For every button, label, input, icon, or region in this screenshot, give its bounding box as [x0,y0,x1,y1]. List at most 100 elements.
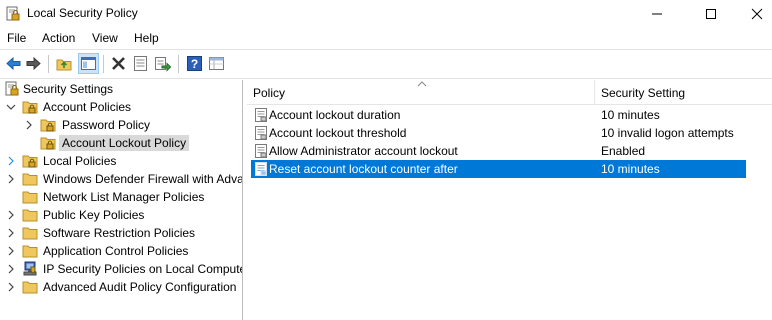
chevron-right-icon[interactable] [6,156,16,166]
view-button[interactable] [207,54,226,73]
policy-icon [255,108,267,122]
tree-label: Windows Defender Firewall with Adva [43,172,243,186]
toolbar: ? [0,49,772,79]
chevron-right-icon[interactable] [6,174,16,184]
forward-icon [26,56,41,71]
close-button[interactable] [734,0,772,27]
toolbar-separator [48,55,49,73]
folder-icon [22,245,38,258]
close-icon [751,8,763,20]
policy-list: Policy Security Setting Account lockout … [247,80,772,320]
svg-text:?: ? [191,57,198,71]
computer-shield-icon [23,261,37,276]
sort-ascending-icon [417,81,427,87]
properties-button[interactable] [131,54,150,73]
tree-item-security-settings[interactable]: Security Settings [0,80,240,98]
security-policy-icon [5,81,19,96]
toolbar-separator [103,55,104,73]
tree-label: Account Lockout Policy [59,135,190,151]
export-list-button[interactable] [153,54,172,73]
tree-label: Security Settings [23,82,114,96]
list-row[interactable]: Account lockout threshold 10 invalid log… [251,124,746,142]
back-button[interactable] [4,54,23,73]
up-one-level-button[interactable] [55,54,74,73]
menu-help[interactable]: Help [134,31,159,45]
export-list-icon [155,57,172,72]
tree-item-local-policies[interactable]: Local Policies [0,152,240,170]
chevron-right-icon[interactable] [6,210,16,220]
tree-item-password-policy[interactable]: Password Policy [0,116,240,134]
lock-folder-icon [22,155,38,168]
folder-icon [22,227,38,240]
menu-bar: File Action View Help [0,28,772,48]
tree-item-application-control[interactable]: Application Control Policies [0,242,240,260]
lock-folder-icon [22,101,38,114]
chevron-right-icon[interactable] [6,246,16,256]
policy-setting: 10 minutes [601,108,660,122]
lock-folder-icon [40,119,56,132]
policy-name: Allow Administrator account lockout [269,144,458,158]
policy-name: Reset account lockout counter after [269,162,458,176]
policy-icon [255,144,267,158]
properties-icon [134,56,147,71]
list-row[interactable]: Account lockout duration 10 minutes [251,106,746,124]
minimize-button[interactable] [634,0,680,27]
tree-item-public-key-policies[interactable]: Public Key Policies [0,206,240,224]
chevron-right-icon[interactable] [24,120,34,130]
list-header: Policy Security Setting [247,80,772,105]
tree-label: Password Policy [62,118,151,132]
column-header-policy[interactable]: Policy [253,86,285,100]
column-divider[interactable] [594,80,595,104]
menu-view[interactable]: View [92,31,118,45]
tree-item-account-policies[interactable]: Account Policies [0,98,240,116]
policy-icon [255,162,267,176]
window-title: Local Security Policy [27,6,138,20]
list-row-selected[interactable]: Reset account lockout counter after 10 m… [251,160,746,178]
folder-icon [22,191,38,204]
maximize-icon [706,9,716,19]
delete-icon [112,57,125,70]
list-row[interactable]: Allow Administrator account lockout Enab… [251,142,746,160]
menu-file[interactable]: File [7,31,26,45]
tree-label: Advanced Audit Policy Configuration [43,280,237,294]
tree-item-windows-defender-firewall[interactable]: Windows Defender Firewall with Adva [0,170,243,188]
tree-label: Account Policies [43,100,132,114]
security-policy-icon [6,6,20,21]
tree-item-account-lockout-policy[interactable]: Account Lockout Policy [0,134,240,152]
policy-setting: Enabled [601,144,646,158]
tree-label: Public Key Policies [43,208,145,222]
tree-label: Application Control Policies [43,244,189,258]
policy-icon [255,126,267,140]
help-button[interactable]: ? [185,54,204,73]
tree-item-ip-security[interactable]: IP Security Policies on Local Compute [0,260,243,278]
lock-folder-icon [40,137,56,150]
view-icon [209,57,224,70]
minimize-icon [652,13,662,15]
policy-setting: 10 invalid logon attempts [601,126,734,140]
console-tree: Security Settings Account Policies Passw… [0,80,243,320]
show-hide-console-tree-button[interactable] [78,53,99,74]
maximize-button[interactable] [688,0,734,27]
chevron-right-icon[interactable] [6,228,16,238]
tree-item-network-list-manager[interactable]: Network List Manager Policies [0,188,240,206]
chevron-down-icon[interactable] [6,102,16,112]
tree-label: IP Security Policies on Local Compute [43,262,243,276]
tree-item-software-restriction[interactable]: Software Restriction Policies [0,224,240,242]
chevron-right-icon[interactable] [6,264,16,274]
column-header-security-setting[interactable]: Security Setting [601,86,685,100]
menu-action[interactable]: Action [42,31,75,45]
chevron-right-icon[interactable] [6,282,16,292]
delete-button[interactable] [109,54,128,73]
show-hide-tree-icon [81,57,96,70]
tree-label: Local Policies [43,154,117,168]
folder-icon [22,173,38,186]
policy-name: Account lockout threshold [269,126,407,140]
help-icon: ? [187,56,202,71]
tree-label: Software Restriction Policies [43,226,196,240]
up-folder-icon [56,59,72,71]
back-icon [6,56,21,71]
tree-item-advanced-audit[interactable]: Advanced Audit Policy Configuration [0,278,240,296]
folder-icon [22,209,38,222]
folder-icon [22,281,38,294]
forward-button[interactable] [24,54,43,73]
